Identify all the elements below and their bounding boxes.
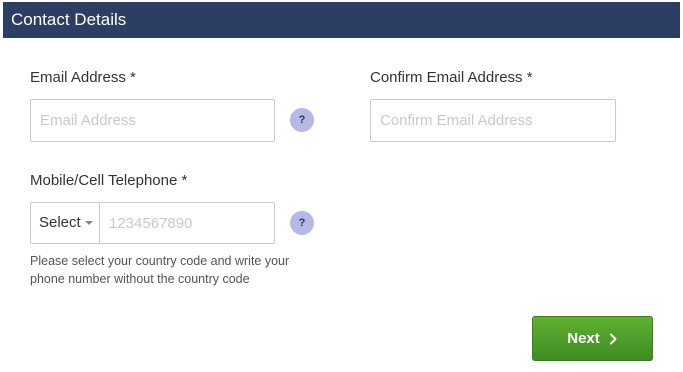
country-code-value: Select: [39, 214, 81, 231]
next-button-label: Next: [567, 330, 600, 347]
phone-hint: Please select your country code and writ…: [30, 254, 290, 286]
section-header: Contact Details: [3, 2, 680, 38]
chevron-right-icon: [609, 333, 617, 344]
confirm-email-label: Confirm Email Address *: [370, 69, 533, 86]
email-label: Email Address *: [30, 69, 136, 86]
phone-help-icon[interactable]: ?: [290, 211, 314, 235]
section-title: Contact Details: [11, 10, 127, 29]
email-input[interactable]: [30, 99, 275, 142]
next-button[interactable]: Next: [532, 316, 653, 361]
confirm-email-input[interactable]: [370, 99, 616, 142]
email-help-icon[interactable]: ?: [290, 108, 314, 132]
phone-label: Mobile/Cell Telephone *: [30, 172, 188, 189]
phone-input[interactable]: [99, 202, 275, 244]
country-code-select[interactable]: Select: [30, 202, 99, 244]
caret-down-icon: [84, 221, 93, 226]
